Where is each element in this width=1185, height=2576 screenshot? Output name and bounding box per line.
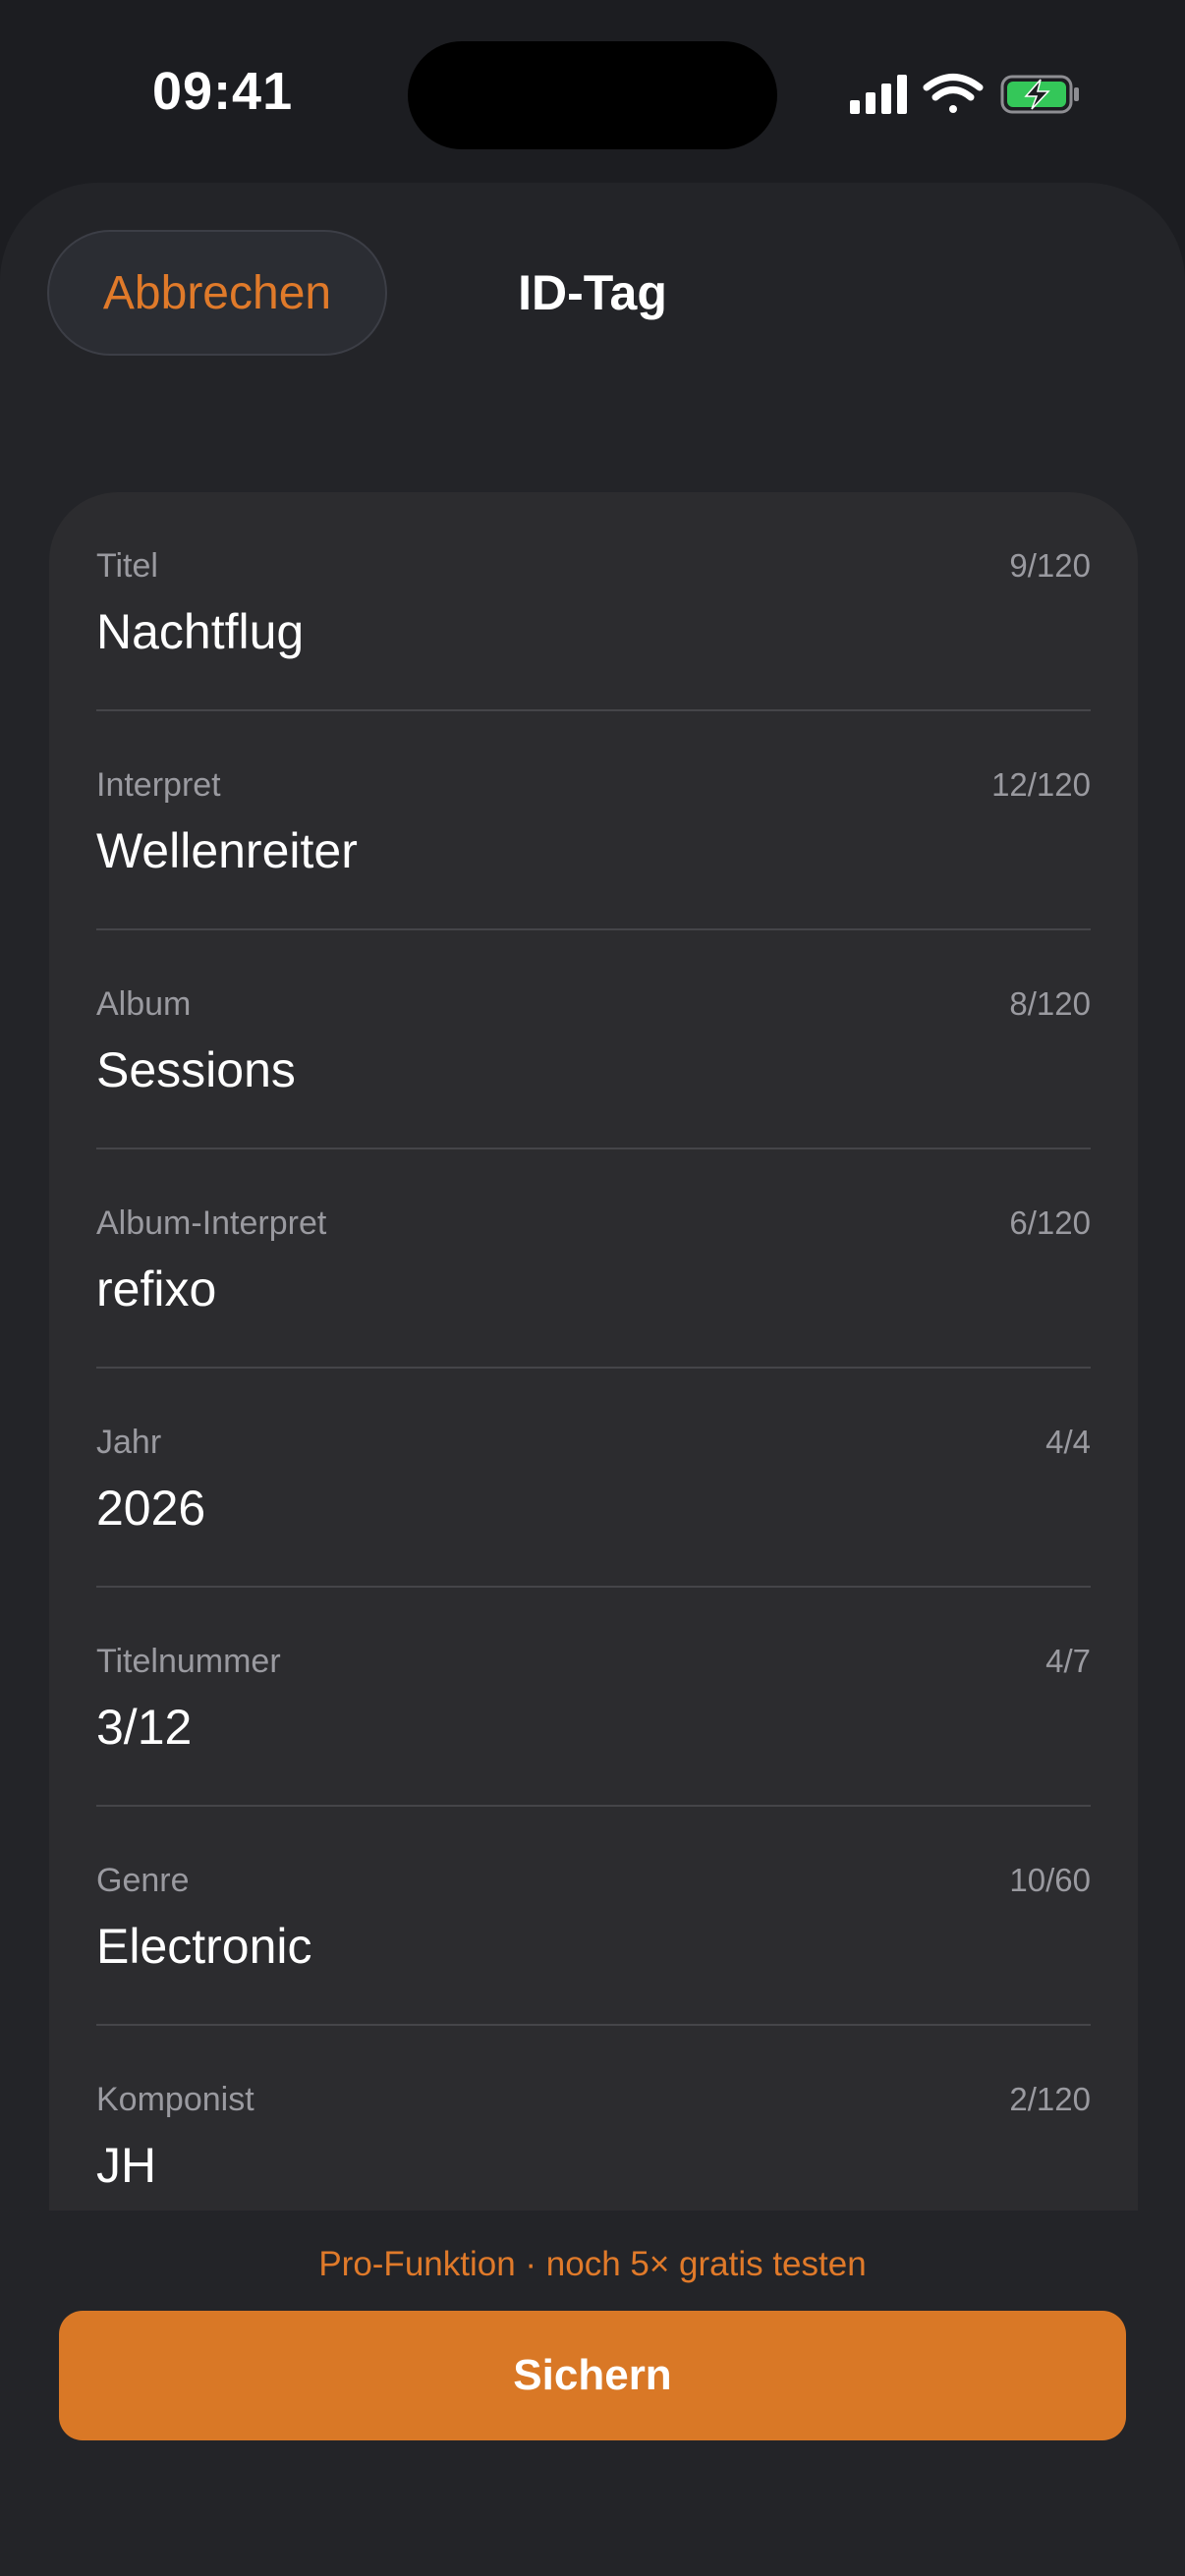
field-album-artist[interactable]: Album-Interpret 6/120 refixo: [96, 1149, 1091, 1369]
character-counter: 2/120: [1009, 2081, 1091, 2117]
year-input[interactable]: 2026: [96, 1480, 205, 1537]
field-label: Album-Interpret: [96, 1204, 327, 1242]
album-artist-input[interactable]: refixo: [96, 1260, 216, 1317]
character-counter: 4/7: [1045, 1643, 1091, 1679]
field-label: Album: [96, 985, 192, 1023]
character-counter: 9/120: [1009, 547, 1091, 584]
field-genre[interactable]: Genre 10/60 Electronic: [96, 1807, 1091, 2026]
dynamic-island: [408, 41, 777, 149]
field-label: Titelnummer: [96, 1643, 281, 1680]
field-album[interactable]: Album 8/120 Sessions: [96, 930, 1091, 1149]
field-composer[interactable]: Komponist 2/120 JH: [96, 2026, 1091, 2212]
save-button[interactable]: Sichern: [59, 2311, 1126, 2440]
title-input[interactable]: Nachtflug: [96, 603, 304, 660]
character-counter: 10/60: [1009, 1862, 1091, 1898]
artist-input[interactable]: Wellenreiter: [96, 822, 358, 879]
bottom-action-bar: Pro-Funktion · noch 5× gratis testen Sic…: [0, 2211, 1185, 2576]
field-track-number[interactable]: Titelnummer 4/7 3/12: [96, 1588, 1091, 1807]
battery-charging-icon: [1000, 75, 1079, 114]
status-time: 09:41: [152, 62, 294, 121]
field-artist[interactable]: Interpret 12/120 Wellenreiter: [96, 711, 1091, 930]
tag-form-card: Titel 9/120 Nachtflug Interpret 12/120 W…: [49, 492, 1138, 2212]
character-counter: 6/120: [1009, 1204, 1091, 1241]
album-input[interactable]: Sessions: [96, 1041, 296, 1098]
field-label: Komponist: [96, 2081, 254, 2118]
character-counter: 12/120: [991, 766, 1091, 803]
field-label: Titel: [96, 547, 158, 585]
cellular-signal-icon: [850, 75, 907, 114]
status-bar: 09:41: [0, 0, 1185, 187]
character-counter: 8/120: [1009, 985, 1091, 1022]
status-icons: [847, 71, 1083, 120]
field-label: Genre: [96, 1862, 190, 1899]
field-label: Interpret: [96, 766, 221, 804]
character-counter: 4/4: [1045, 1424, 1091, 1460]
cancel-button[interactable]: Abbrechen: [47, 230, 387, 356]
composer-input[interactable]: JH: [96, 2137, 156, 2194]
pro-feature-hint: Pro-Funktion · noch 5× gratis testen: [318, 2245, 867, 2283]
wifi-icon: [923, 74, 984, 113]
genre-input[interactable]: Electronic: [96, 1918, 312, 1975]
field-year[interactable]: Jahr 4/4 2026: [96, 1369, 1091, 1588]
field-label: Jahr: [96, 1424, 162, 1461]
track-number-input[interactable]: 3/12: [96, 1699, 192, 1756]
field-title[interactable]: Titel 9/120 Nachtflug: [96, 492, 1091, 711]
